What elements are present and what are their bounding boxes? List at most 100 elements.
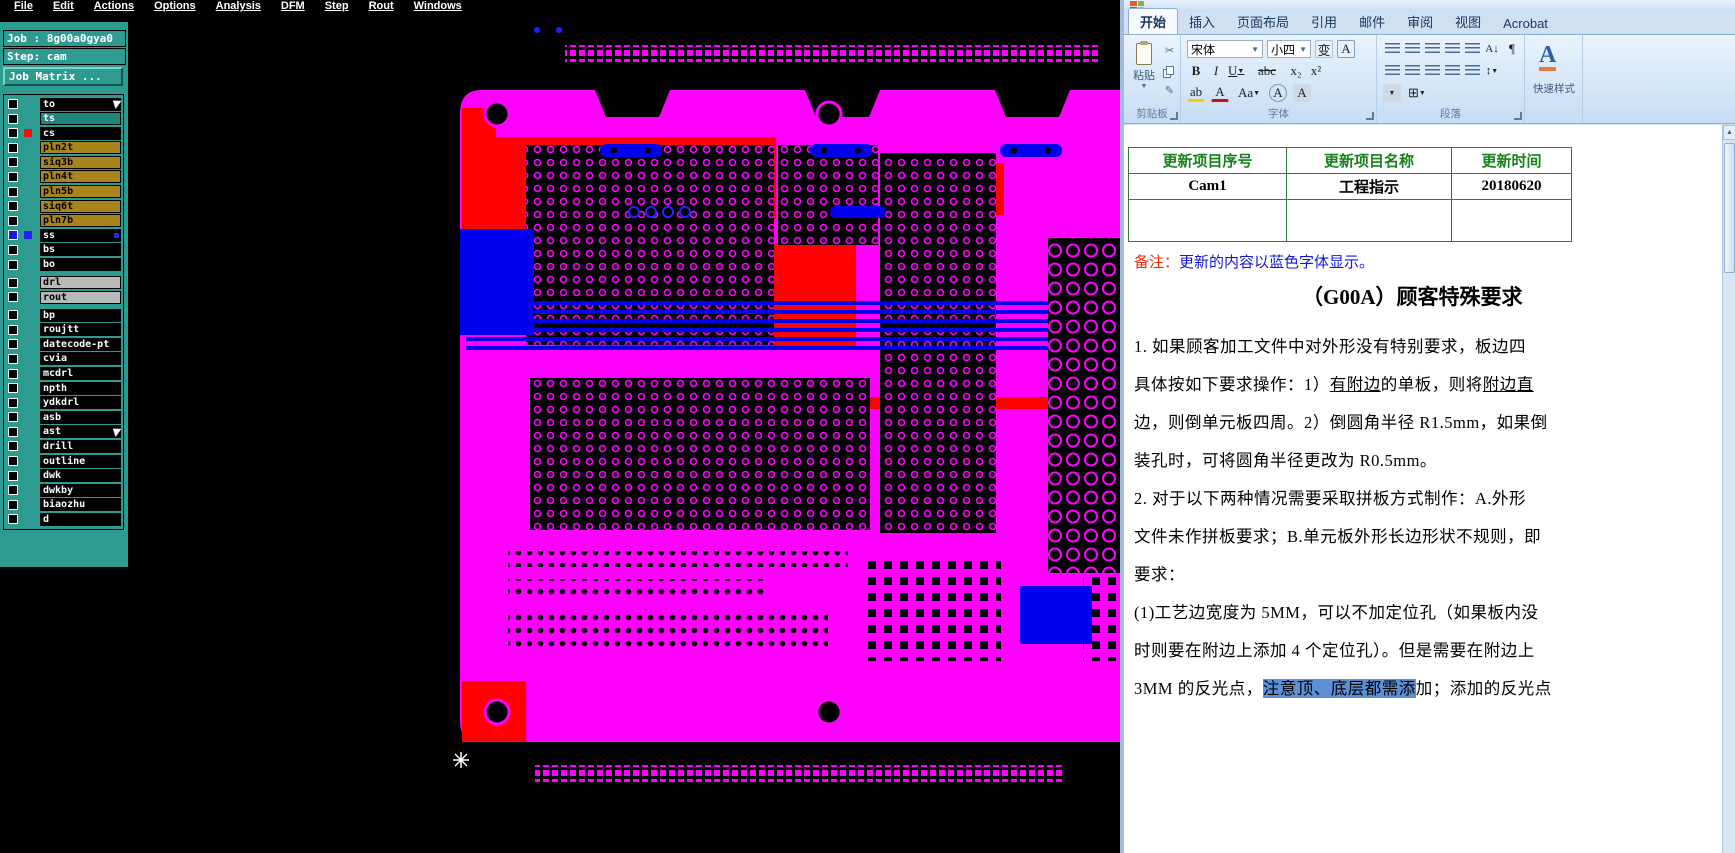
align-right-button[interactable] [1423,62,1441,80]
layer-row-cvia[interactable]: cvia [6,352,121,366]
tab-Acrobat[interactable]: Acrobat [1492,13,1559,34]
distribute-button[interactable] [1463,62,1481,80]
layer-name-label[interactable]: ts [40,112,121,126]
layer-visibility-checkbox[interactable] [8,514,18,525]
bullet-list-button[interactable] [1383,40,1401,58]
layer-visibility-checkbox[interactable] [8,292,18,303]
show-marks-button[interactable]: ¶ [1503,40,1521,58]
layer-name-label[interactable]: datecode-pt [40,337,121,351]
layer-name-label[interactable]: roujtt [40,323,121,337]
table-cell[interactable]: 工程指示 [1286,173,1452,200]
subscript-button[interactable]: x₂ [1287,62,1305,80]
layer-row-outline[interactable]: outline [6,454,121,468]
layer-row-to[interactable]: to [6,97,124,111]
paste-dropdown-arrow[interactable]: ▼ [1130,83,1158,90]
layer-row-roujtt[interactable]: roujtt [6,323,121,337]
layer-name-label[interactable]: bp [40,308,121,322]
layer-row-datecode-pt[interactable]: datecode-pt [6,337,121,351]
pcb-canvas[interactable] [128,13,1120,853]
underline-button[interactable]: U ▼ [1227,62,1245,80]
layer-row-mcdrl[interactable]: mcdrl [6,367,121,381]
menu-file[interactable]: File [14,0,33,12]
layer-visibility-checkbox[interactable] [8,215,18,226]
quick-styles-icon[interactable]: A [1539,43,1557,71]
layer-visibility-checkbox[interactable] [8,324,18,335]
layer-visibility-checkbox[interactable] [8,499,18,510]
layer-visibility-checkbox[interactable] [8,244,18,255]
layer-row-pln2t[interactable]: pln2t [6,141,121,155]
menu-windows[interactable]: Windows [414,0,462,12]
layer-name-label[interactable]: ss [40,228,121,242]
menu-step[interactable]: Step [325,0,349,12]
increase-indent-button[interactable] [1463,40,1481,58]
decrease-indent-button[interactable] [1443,40,1461,58]
scroll-up-arrow-icon[interactable]: ▲ [1723,125,1735,140]
layer-name-label[interactable]: rout [40,290,121,304]
layer-row-dwkby[interactable]: dwkby [6,483,121,497]
tab-页面布局[interactable]: 页面布局 [1226,9,1300,34]
copy-button[interactable] [1162,63,1177,77]
menu-analysis[interactable]: Analysis [216,0,261,12]
layer-visibility-checkbox[interactable] [8,142,18,153]
step-name-field[interactable]: Step: cam [3,48,126,65]
layer-name-label[interactable]: drill [40,439,121,453]
menu-edit[interactable]: Edit [53,0,74,12]
layer-visibility-checkbox[interactable] [8,426,18,437]
tab-视图[interactable]: 视图 [1444,9,1492,34]
layer-row-pln7b[interactable]: pln7b [6,214,121,228]
align-center-button[interactable] [1403,62,1421,80]
cut-button[interactable]: ✂ [1162,43,1177,57]
layer-visibility-checkbox[interactable] [8,441,18,452]
font-color-button[interactable]: A [1211,84,1229,102]
layer-row-ast[interactable]: ast [6,425,124,439]
layer-name-label[interactable]: pln7b [40,214,121,228]
job-name-field[interactable]: Job : 8g00a0gya0 [3,30,126,47]
sort-button[interactable]: A↓ [1483,40,1501,58]
line-spacing-button[interactable]: ↕ ▼ [1483,62,1501,80]
layer-visibility-checkbox[interactable] [8,157,18,168]
layer-row-drl[interactable]: drl [6,276,121,290]
layer-row-siq3b[interactable]: siq3b [6,155,121,169]
layer-name-label[interactable]: biaozhu [40,498,121,512]
tab-开始[interactable]: 开始 [1128,8,1179,34]
layer-visibility-checkbox[interactable] [8,353,18,364]
menu-dfm[interactable]: DFM [281,0,305,12]
layer-visibility-checkbox[interactable] [8,368,18,379]
layer-name-label[interactable]: siq6t [40,199,121,213]
layer-row-bs[interactable]: bs [6,243,121,257]
layer-name-label[interactable]: to [40,97,121,111]
layer-visibility-checkbox[interactable] [8,230,18,241]
layer-visibility-checkbox[interactable] [8,470,18,481]
layer-row-pln5b[interactable]: pln5b [6,185,121,199]
layer-visibility-checkbox[interactable] [8,186,18,197]
justify-button[interactable] [1443,62,1461,80]
layer-visibility-checkbox[interactable] [8,171,18,182]
layer-row-drill[interactable]: drill [6,439,121,453]
layer-row-bo[interactable]: bo [6,258,121,272]
layer-name-label[interactable]: siq3b [40,155,121,169]
layer-visibility-checkbox[interactable] [8,485,18,496]
font-size-combo[interactable]: 小四 ▼ [1267,40,1311,58]
layer-row-biaozhu[interactable]: biaozhu [6,498,121,512]
layer-row-cs[interactable]: cs [6,126,121,140]
pinyin-guide-button[interactable]: 变 [1315,40,1333,58]
borders-button[interactable]: ⊞ ▼ [1407,84,1427,102]
layer-visibility-checkbox[interactable] [8,259,18,270]
char-shading-button[interactable]: A [1293,84,1311,102]
layer-row-bp[interactable]: bp [6,308,121,322]
font-name-combo[interactable]: 宋体 ▼ [1187,40,1263,58]
layer-name-label[interactable]: bs [40,243,121,257]
layer-name-label[interactable]: drl [40,276,121,290]
layer-visibility-checkbox[interactable] [8,128,18,139]
shading-button[interactable]: ▼ [1383,84,1401,102]
layer-name-label[interactable]: npth [40,381,121,395]
tab-审阅[interactable]: 审阅 [1396,9,1444,34]
layer-visibility-checkbox[interactable] [8,99,18,109]
layer-name-label[interactable]: d [40,512,121,526]
paste-button[interactable]: 粘贴 ▼ [1129,40,1159,102]
layer-name-label[interactable]: ast [40,425,121,439]
table-cell[interactable]: Cam1 [1128,173,1287,200]
document-page[interactable]: 更新项目序号 更新项目名称 更新时间 Cam1 工程指示 20180620 备注：更新的内… [1124,125,1726,853]
layer-row-siq6t[interactable]: siq6t [6,199,121,213]
bold-button[interactable]: B [1187,62,1205,80]
